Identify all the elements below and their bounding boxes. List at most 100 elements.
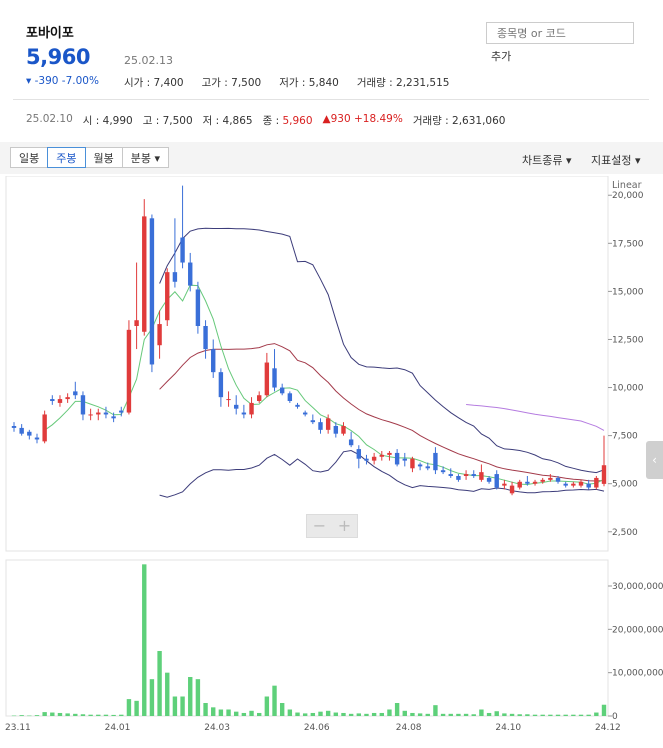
- candle-body: [394, 452, 400, 465]
- volume-bar: [165, 672, 170, 716]
- candle-body: [532, 481, 538, 484]
- tab-daily[interactable]: 일봉: [10, 147, 49, 168]
- volume-bar: [11, 715, 17, 717]
- candle-body: [302, 412, 308, 415]
- candle-body: [548, 477, 553, 480]
- high-value: 7,500: [231, 77, 262, 89]
- candle-body: [96, 412, 101, 415]
- panel-toggle-chevron-icon[interactable]: ‹: [646, 441, 663, 479]
- add-button[interactable]: 추가: [491, 48, 511, 64]
- candle-body: [218, 372, 224, 398]
- volume-bar: [241, 712, 247, 716]
- candle-body: [211, 349, 216, 373]
- volume-bar: [249, 710, 254, 716]
- volume-bar: [126, 699, 132, 716]
- volume-bar: [310, 712, 316, 716]
- date-label: 23.11: [5, 723, 31, 733]
- volume-bar: [180, 696, 185, 716]
- volume-label: 거래량 :: [356, 77, 397, 89]
- low-value: 5,840: [308, 77, 339, 89]
- volume-bar: [34, 715, 40, 716]
- volume-bar: [333, 712, 339, 716]
- candle-body: [80, 395, 86, 415]
- chart-type-dropdown[interactable]: 차트종류 ▾: [522, 152, 572, 168]
- volume-panel: [5, 559, 609, 717]
- candle-body: [88, 414, 93, 416]
- candle-body: [425, 466, 430, 469]
- chart-area[interactable]: Linear 2,500 5,000 7,500 10,000 12,500 15,000 1…: [0, 175, 663, 748]
- current-price: 5,960: [26, 45, 90, 69]
- tab-weekly[interactable]: 주봉: [47, 147, 86, 168]
- price-tick-label: 20,000: [612, 191, 644, 201]
- volume-bar: [601, 704, 607, 716]
- price-tick-label: 10,000: [612, 384, 644, 394]
- volume-bar: [548, 714, 553, 716]
- candle-body: [203, 326, 208, 350]
- price-volume-chart[interactable]: Linear 2,500 5,000 7,500 10,000 12,500 15,000 1…: [0, 175, 663, 744]
- low-label: 저가 :: [279, 77, 309, 89]
- candle-body: [295, 404, 300, 407]
- week-date: 25.02.10: [26, 113, 73, 125]
- zoom-out-button[interactable]: −: [307, 515, 332, 537]
- volume-bar: [279, 703, 285, 716]
- candle-body: [172, 272, 178, 282]
- volume-bar: [402, 710, 407, 716]
- tab-monthly[interactable]: 월봉: [84, 147, 123, 168]
- candle-body: [188, 262, 193, 286]
- date-label: 24.06: [304, 723, 330, 733]
- week-close: 종 : 5,960: [263, 113, 313, 128]
- volume-bar: [471, 714, 476, 716]
- candle-body: [555, 477, 561, 482]
- volume-bar: [433, 705, 438, 716]
- indicator-settings-dropdown[interactable]: 지표설정 ▾: [591, 152, 641, 168]
- volume-bar: [356, 713, 362, 716]
- candle-body: [11, 426, 17, 428]
- date-label: 24.08: [396, 723, 422, 733]
- volume-bar: [27, 715, 32, 717]
- candle-body: [387, 452, 392, 455]
- week-change: ▲930 +18.49%: [322, 113, 403, 125]
- volume-bar: [509, 713, 515, 716]
- week-open: 시 : 4,990: [83, 113, 133, 128]
- volume-bar: [540, 714, 545, 716]
- week-volume-value: 2,631,060: [452, 115, 506, 127]
- price-tick-label: 15,000: [612, 287, 644, 297]
- candle-body: [494, 474, 499, 488]
- week-low-label: 저 :: [202, 115, 223, 127]
- week-low-value: 4,865: [222, 115, 253, 127]
- candle-body: [65, 397, 70, 400]
- volume-tick-label: 30,000,000: [612, 582, 663, 592]
- volume-bar: [302, 713, 308, 716]
- candle-body: [364, 458, 369, 461]
- week-volume-label: 거래량 :: [412, 115, 453, 127]
- candle-body: [325, 418, 331, 430]
- tab-minute[interactable]: 분봉 ▾: [121, 147, 170, 168]
- candle-body: [502, 483, 507, 486]
- week-close-label: 종 :: [262, 115, 283, 127]
- open-stat: 시가 : 7,400: [124, 75, 184, 90]
- candle-body: [601, 465, 607, 484]
- zoom-in-button[interactable]: +: [332, 515, 357, 537]
- volume-bar: [88, 714, 93, 716]
- volume-bar: [42, 712, 47, 716]
- date-label: 24.03: [204, 723, 230, 733]
- candle-body: [517, 481, 522, 488]
- volume-bar: [525, 714, 530, 716]
- period-tabs: 일봉 주봉 월봉 분봉 ▾: [10, 147, 170, 168]
- candle-body: [111, 416, 116, 419]
- volume-bar: [57, 712, 63, 716]
- volume-bar: [578, 714, 584, 716]
- search-input[interactable]: [486, 22, 634, 44]
- volume-bar: [287, 709, 293, 716]
- volume-bar: [234, 711, 239, 716]
- volume-bar: [325, 710, 331, 716]
- volume-bar: [65, 713, 70, 716]
- candle-body: [341, 426, 346, 434]
- candle-body: [318, 422, 323, 430]
- volume-bar: [517, 714, 522, 716]
- candle-body: [234, 404, 239, 409]
- volume-bar: [440, 713, 446, 716]
- candle-body: [310, 420, 316, 423]
- volume-bar: [486, 712, 492, 716]
- volume-tick-label: 20,000,000: [612, 625, 663, 635]
